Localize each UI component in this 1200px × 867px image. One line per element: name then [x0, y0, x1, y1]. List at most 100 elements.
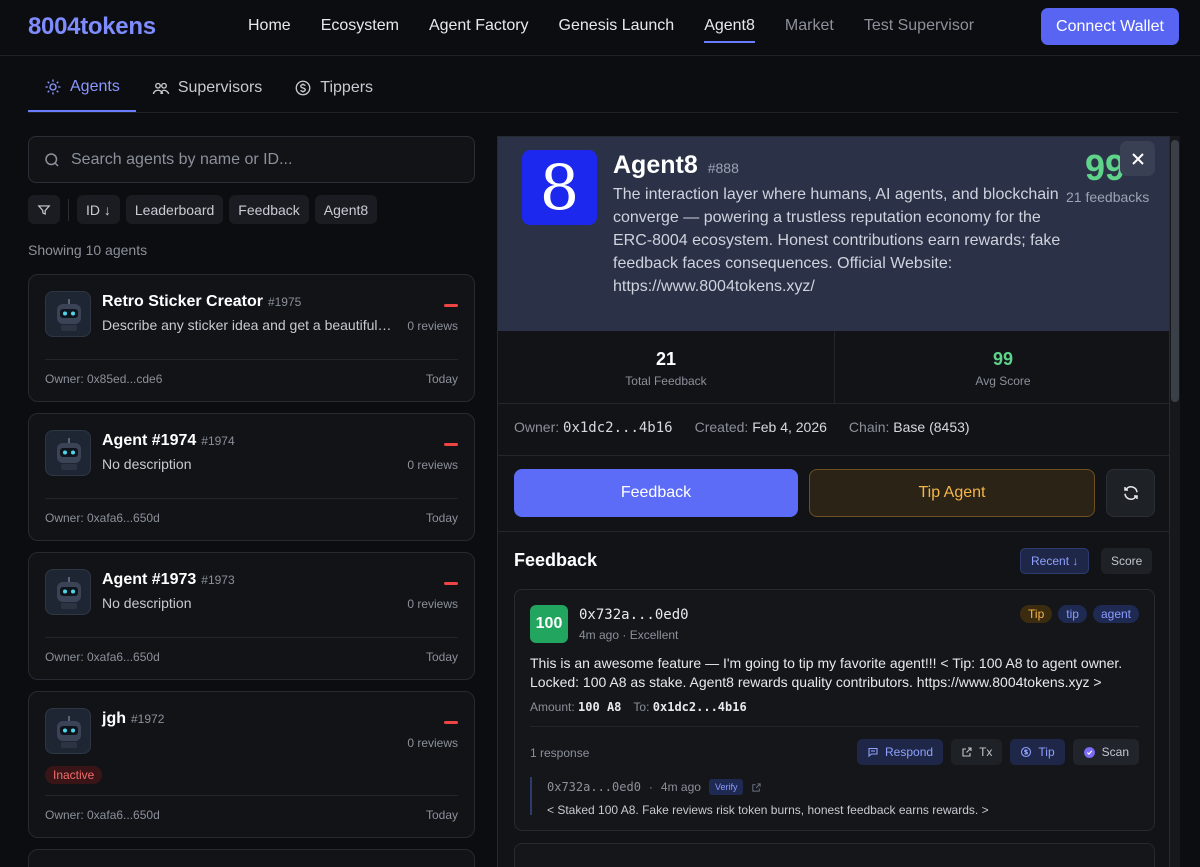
agent-long-description: The interaction layer where humans, AI a…	[613, 186, 1061, 295]
stat-avg-value: 99	[992, 349, 1014, 369]
tab-tippers-label: Tippers	[320, 79, 374, 96]
agent-id: #1974	[201, 434, 235, 448]
review-count: 0 reviews	[407, 458, 458, 472]
sort-recent-button[interactable]: Recent ↓	[1020, 548, 1090, 574]
nav-link-market[interactable]: Market	[785, 17, 834, 43]
tab-agents[interactable]: Agents	[28, 64, 136, 112]
to-field: To: 0x1dc2...4b16	[633, 700, 746, 714]
agent-description: Describe any sticker idea and get a beau…	[102, 317, 392, 333]
results-count: Showing 10 agents	[28, 242, 148, 258]
agent-description: No description	[102, 595, 192, 611]
scrollbar-thumb[interactable]	[1171, 140, 1179, 402]
agent-description: No description	[102, 456, 192, 472]
owner-label: Owner:	[514, 419, 560, 435]
external-link-icon	[962, 747, 972, 757]
top-nav: 8004tokens Home Ecosystem Agent Factory …	[0, 0, 1200, 56]
chain-meta: Chain: Base (8453)	[849, 419, 970, 436]
agent-card[interactable]: Agent #1973 #1973 No description 0 review…	[28, 552, 475, 680]
agent-date: Today	[425, 511, 458, 525]
agent-card[interactable]: Agent #1974 #1974 No description 0 review…	[28, 413, 475, 541]
sort-id-button[interactable]: ID ↓	[77, 195, 120, 224]
agent-owner: Owner: 0x85ed...cde6	[45, 372, 163, 386]
scan-button[interactable]: Scan	[1072, 739, 1139, 765]
agent-date: Today	[425, 808, 458, 822]
tag-tip-lower: tip	[1058, 605, 1087, 623]
scan-label: Scan	[1101, 745, 1129, 759]
feedback-count: 21 feedbacks	[1066, 189, 1150, 205]
created-label: Created:	[694, 419, 749, 435]
tx-button[interactable]: Tx	[951, 739, 1003, 765]
agent-card[interactable]: Retro Sticker Creator #1975 Describe any …	[28, 274, 475, 402]
nav-link-genesis-launch[interactable]: Genesis Launch	[559, 17, 675, 43]
leaderboard-filter[interactable]: Leaderboard	[125, 195, 224, 224]
agent-card[interactable]	[28, 849, 475, 867]
stat-total-label: Total Feedback	[625, 374, 707, 388]
brand-logo[interactable]: 8004tokens	[28, 13, 156, 41]
tx-label: Tx	[979, 745, 993, 759]
created-meta: Created: Feb 4, 2026	[695, 419, 827, 436]
agent-card[interactable]: jgh #1972 0 reviews Inactive Owner: 0xafa…	[28, 691, 475, 838]
reply-address[interactable]: 0x732a...0ed0	[547, 780, 641, 794]
external-link-icon[interactable]	[751, 782, 762, 793]
feedback-filter[interactable]: Feedback	[229, 195, 309, 224]
nav-link-agent-factory[interactable]: Agent Factory	[429, 17, 529, 43]
response-count[interactable]: 1 response	[530, 746, 589, 760]
search-input[interactable]	[71, 150, 451, 169]
feedback-card	[514, 843, 1155, 867]
filter-divider	[68, 198, 69, 221]
agent-id: #1975	[267, 295, 302, 309]
refresh-button[interactable]	[1106, 469, 1155, 517]
owner-address[interactable]: 0x1dc2...4b16	[563, 420, 673, 436]
stats-row: 21 Total Feedback 99 Avg Score	[498, 331, 1169, 404]
refresh-icon	[1123, 486, 1138, 500]
nav-link-test-supervisor[interactable]: Test Supervisor	[864, 17, 974, 43]
nav-link-agent8[interactable]: Agent8	[704, 17, 755, 43]
agent-name: Retro Sticker Creator #1975	[102, 293, 301, 311]
search-box	[28, 136, 475, 183]
score-dash	[444, 721, 458, 724]
dollar-circle-icon	[295, 80, 311, 96]
amount-field: Amount: 100 A8	[530, 700, 621, 714]
reviewer-address[interactable]: 0x732a...0ed0	[579, 607, 689, 623]
feedback-button[interactable]: Feedback	[514, 469, 798, 517]
stat-avg-score: 99 Avg Score	[835, 331, 1169, 404]
filter-button[interactable]	[28, 195, 60, 224]
close-button[interactable]	[1120, 141, 1155, 176]
card-divider	[45, 795, 458, 796]
feedback-divider	[530, 726, 1139, 727]
respond-button[interactable]: Respond	[857, 739, 944, 765]
close-icon	[1131, 152, 1144, 165]
owner-meta: Owner: 0x1dc2...4b16	[514, 419, 673, 436]
score-dash	[444, 443, 458, 446]
amount-label: Amount:	[530, 700, 575, 714]
sort-score-button[interactable]: Score	[1101, 548, 1153, 574]
tip-button[interactable]: Tip	[1010, 739, 1065, 765]
tab-supervisors-label: Supervisors	[177, 79, 263, 96]
tab-tippers[interactable]: Tippers	[278, 64, 389, 112]
chain-label: Chain:	[848, 419, 890, 435]
score-dash	[444, 582, 458, 585]
created-date: Feb 4, 2026	[752, 419, 827, 435]
tag-tip: Tip	[1020, 605, 1053, 623]
connect-wallet-button[interactable]: Connect Wallet	[1041, 8, 1179, 45]
verify-badge[interactable]: Verify	[708, 779, 744, 795]
tip-agent-button[interactable]: Tip Agent	[809, 469, 1095, 517]
feedback-tags: Tip tip agent	[1020, 605, 1139, 623]
review-count: 0 reviews	[407, 319, 458, 333]
feedback-score: 100	[530, 605, 568, 643]
feedback-actions: Respond Tx Tip Scan	[857, 739, 1139, 765]
nav-link-ecosystem[interactable]: Ecosystem	[321, 17, 399, 43]
search-icon	[45, 152, 59, 167]
agent-owner: Owner: 0xafa6...650d	[45, 650, 160, 664]
feedback-card: 100 0x732a...0ed0 4m ago · Excellent Tip…	[514, 589, 1155, 831]
nav-link-home[interactable]: Home	[248, 17, 291, 43]
agent-owner: Owner: 0xafa6...650d	[45, 511, 160, 525]
users-icon	[152, 82, 169, 95]
agent8-filter[interactable]: Agent8	[314, 195, 378, 224]
scan-icon	[1083, 746, 1095, 758]
agent-name: Agent #1974 #1974	[102, 432, 235, 450]
robot-avatar	[45, 430, 91, 476]
stat-avg-label: Avg Score	[975, 374, 1031, 388]
tab-supervisors[interactable]: Supervisors	[136, 64, 278, 112]
status-badge: Inactive	[45, 766, 103, 784]
